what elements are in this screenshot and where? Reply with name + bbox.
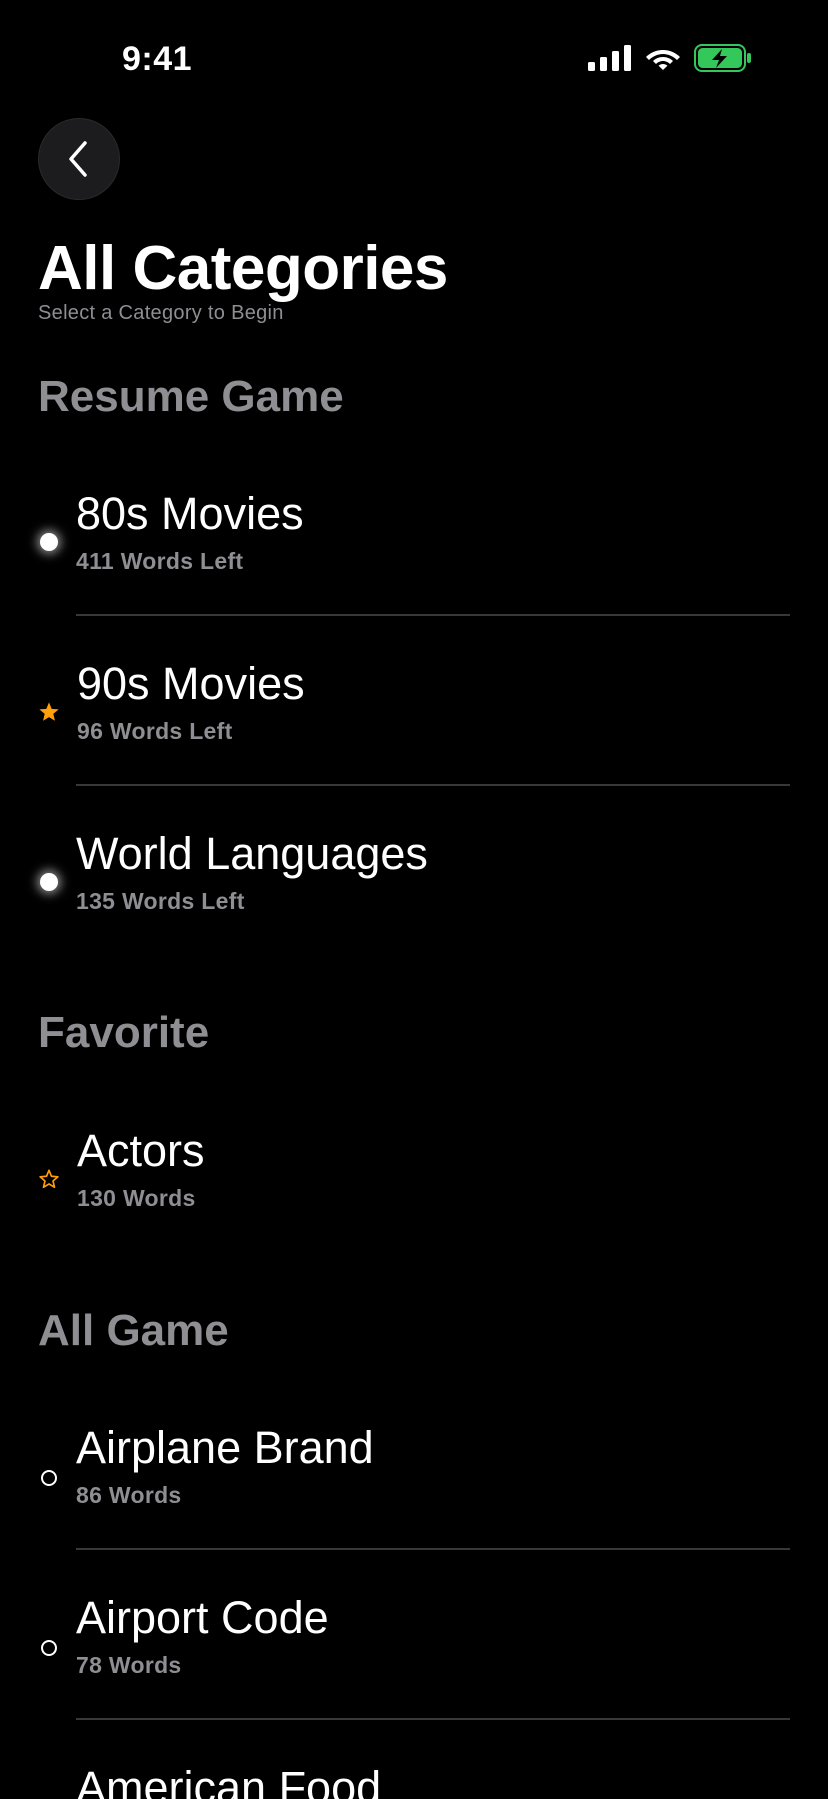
list-item-90s-movies[interactable]: 90s Movies 96 Words Left — [0, 650, 828, 780]
list-item-title: 90s Movies — [77, 658, 305, 709]
divider — [76, 1718, 790, 1720]
page-subtitle: Select a Category to Begin — [38, 302, 284, 324]
chevron-left-icon — [69, 141, 87, 177]
status-icons — [588, 44, 752, 72]
list-item-title: Airport Code — [76, 1592, 329, 1643]
list-item-subtitle: 411 Words Left — [76, 548, 244, 574]
circle-outline-icon — [37, 1466, 61, 1490]
list-item-title: American Food — [76, 1762, 382, 1799]
section-title-favorite: Favorite — [38, 1008, 210, 1057]
list-item-subtitle: 86 Words — [76, 1482, 182, 1508]
dot-filled-icon — [37, 870, 61, 894]
list-item-world-languages[interactable]: World Languages 135 Words Left — [0, 820, 828, 950]
list-item-title: Actors — [77, 1125, 205, 1176]
cellular-signal-icon — [588, 45, 631, 71]
page-title: All Categories — [38, 234, 448, 303]
list-item-subtitle: 135 Words Left — [76, 888, 245, 914]
status-time: 9:41 — [122, 40, 193, 78]
list-item-subtitle: 78 Words — [76, 1652, 182, 1678]
list-item-actors[interactable]: Actors 130 Words — [0, 1117, 828, 1247]
section-title-resume: Resume Game — [38, 372, 344, 421]
list-item-subtitle: 96 Words Left — [77, 718, 233, 744]
list-item-80s-movies[interactable]: 80s Movies 411 Words Left — [0, 480, 828, 610]
list-item-airplane-brand[interactable]: Airplane Brand 86 Words — [0, 1414, 828, 1544]
list-item-subtitle: 130 Words — [77, 1185, 196, 1211]
status-bar: 9:41 — [0, 0, 828, 110]
divider — [76, 784, 790, 786]
wifi-icon — [646, 50, 680, 70]
list-item-title: Airplane Brand — [76, 1422, 374, 1473]
list-item-title: World Languages — [76, 828, 428, 879]
list-item-american-food[interactable]: American Food — [0, 1754, 828, 1799]
star-outline-icon — [37, 1167, 61, 1191]
star-filled-icon — [37, 700, 61, 724]
battery-charging-icon — [694, 44, 751, 72]
list-item-title: 80s Movies — [76, 488, 304, 539]
list-item-airport-code[interactable]: Airport Code 78 Words — [0, 1584, 828, 1714]
divider — [76, 614, 790, 616]
back-button[interactable] — [38, 118, 120, 200]
section-title-all-game: All Game — [38, 1306, 229, 1355]
divider — [76, 1548, 790, 1550]
dot-filled-icon — [37, 530, 61, 554]
circle-outline-icon — [37, 1636, 61, 1660]
